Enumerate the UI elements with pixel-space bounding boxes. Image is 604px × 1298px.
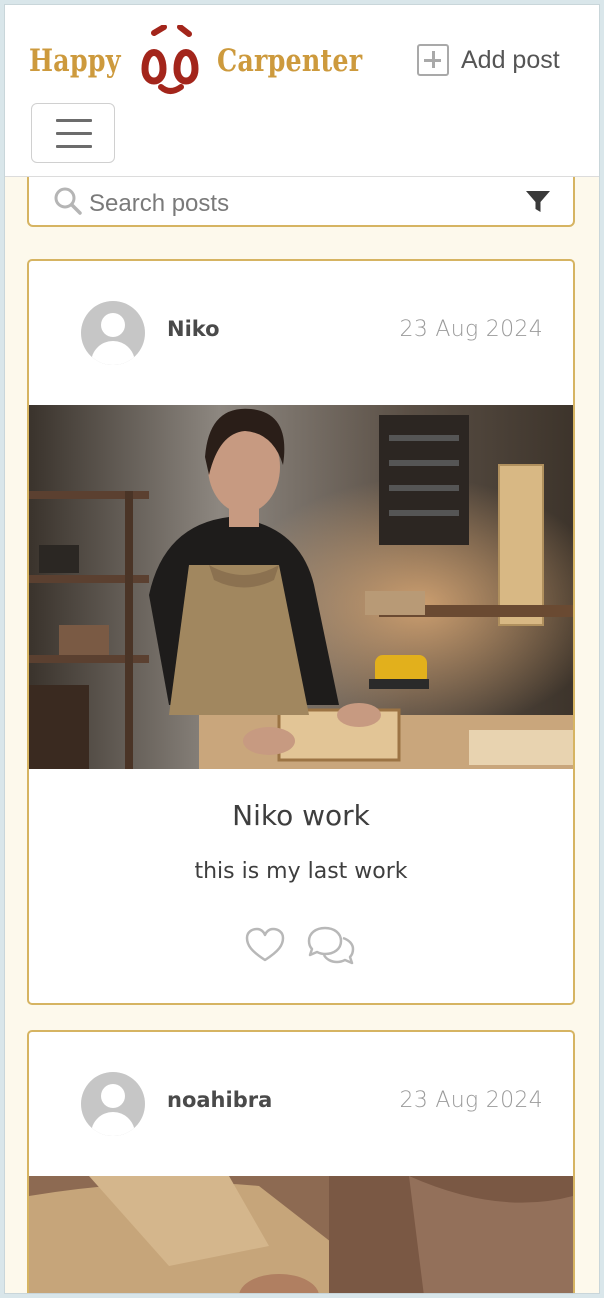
- post-card: noahibra 23 Aug 2024: [27, 1030, 575, 1293]
- add-post-label: Add post: [461, 45, 560, 74]
- post-date: 23 Aug 2024: [399, 1088, 543, 1113]
- menu-toggle-button[interactable]: [31, 103, 115, 163]
- add-post-button[interactable]: Add post: [417, 43, 560, 77]
- hamburger-icon: [56, 132, 92, 135]
- post-card: Niko 23 Aug 2024 Niko work this is my la…: [27, 259, 575, 1005]
- smiley-face-logo-icon: [141, 25, 199, 94]
- post-date: 23 Aug 2024: [399, 317, 543, 342]
- brand-word-carpenter: Carpenter: [216, 43, 363, 79]
- plus-square-icon: [417, 44, 449, 76]
- woodworking-hands-photo: [29, 1176, 573, 1293]
- post-author[interactable]: Niko: [167, 317, 220, 341]
- post-image[interactable]: [29, 1176, 573, 1293]
- hamburger-icon: [56, 119, 92, 122]
- filter-icon[interactable]: [525, 190, 551, 214]
- heart-icon[interactable]: [245, 927, 285, 963]
- post-title[interactable]: Niko work: [29, 799, 573, 832]
- hamburger-icon: [56, 145, 92, 148]
- woman-carpenter-photo: [29, 405, 573, 769]
- avatar[interactable]: [81, 1072, 145, 1136]
- search-icon: [54, 187, 82, 215]
- navbar: Happy Carpenter Add post: [5, 5, 599, 177]
- app-frame: Happy Carpenter Add post Search posts Ni…: [4, 4, 600, 1294]
- brand-logo[interactable]: Happy Carpenter: [29, 25, 394, 97]
- post-author[interactable]: noahibra: [167, 1088, 272, 1112]
- search-input[interactable]: [89, 189, 509, 219]
- post-image[interactable]: [29, 405, 573, 769]
- avatar[interactable]: [81, 301, 145, 365]
- brand-word-happy: Happy: [29, 43, 121, 79]
- comments-icon[interactable]: [305, 925, 357, 967]
- post-body: this is my last work: [194, 859, 408, 884]
